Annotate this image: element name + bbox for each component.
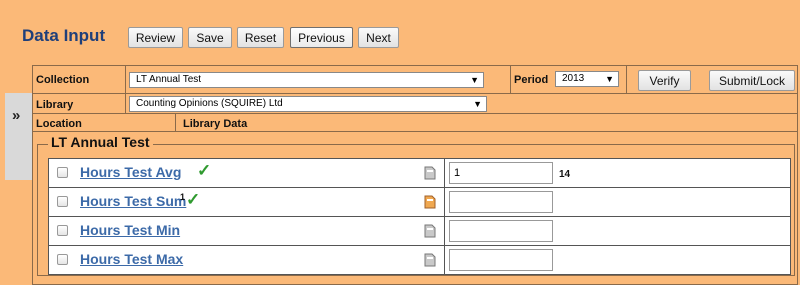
row-checkbox[interactable] — [57, 196, 68, 207]
collection-row: Collection LT Annual Test ▼ Period 2013 … — [33, 66, 797, 94]
library-value: Counting Opinions (SQUIRE) Ltd — [136, 98, 283, 109]
expand-arrows-icon: » — [12, 107, 21, 124]
page-title: Data Input — [22, 26, 106, 45]
reset-button[interactable]: Reset — [237, 27, 284, 48]
row-checkbox[interactable] — [57, 254, 68, 265]
note-icon[interactable] — [424, 224, 436, 238]
table-row: Hours Test Min — [49, 217, 790, 246]
value-input[interactable] — [449, 249, 553, 271]
submit-lock-button[interactable]: Submit/Lock — [709, 70, 795, 91]
footnote-marker: 1 — [180, 192, 186, 202]
verify-button[interactable]: Verify — [638, 70, 691, 91]
save-button[interactable]: Save — [188, 27, 232, 48]
period-value: 2013 — [562, 73, 585, 84]
check-mark-icon: ✓ — [197, 161, 212, 180]
table-row: Hours Test Sum 1 ✓ — [49, 188, 790, 217]
divider — [444, 217, 445, 245]
library-select[interactable]: Counting Opinions (SQUIRE) Ltd ▼ — [129, 96, 487, 112]
dropdown-arrow-icon: ▼ — [470, 75, 479, 85]
divider — [510, 66, 511, 93]
divider — [444, 246, 445, 274]
period-label: Period — [514, 74, 549, 86]
library-label: Library — [36, 99, 74, 111]
library-data-label: Library Data — [183, 118, 248, 130]
review-button[interactable]: Review — [128, 27, 183, 48]
next-button[interactable]: Next — [358, 27, 399, 48]
library-row: Library Counting Opinions (SQUIRE) Ltd ▼ — [33, 94, 797, 114]
check-mark-icon: ✓ — [186, 190, 201, 209]
location-row: Location Library Data — [33, 114, 797, 132]
value-input[interactable] — [449, 191, 553, 213]
divider — [125, 94, 126, 113]
measure-link[interactable]: Hours Test Sum — [80, 193, 186, 209]
table-row: Hours Test Max — [49, 246, 790, 274]
row-checkbox[interactable] — [57, 225, 68, 236]
measure-link[interactable]: Hours Test Max — [80, 251, 183, 267]
collection-select[interactable]: LT Annual Test ▼ — [129, 72, 484, 88]
value-input[interactable] — [449, 220, 553, 242]
dropdown-arrow-icon: ▼ — [473, 99, 482, 109]
divider — [444, 159, 445, 187]
measure-link[interactable]: Hours Test Avg — [80, 164, 181, 180]
row-checkbox[interactable] — [57, 167, 68, 178]
previous-button[interactable]: Previous — [290, 27, 353, 48]
divider — [444, 188, 445, 216]
measure-link[interactable]: Hours Test Min — [80, 222, 180, 238]
collection-label: Collection — [36, 74, 90, 86]
measures-table: Hours Test Avg ✓ 1 14 Hours Test Sum 1 ✓ — [48, 158, 791, 275]
input-panel: Collection LT Annual Test ▼ Period 2013 … — [32, 65, 798, 285]
divider — [175, 114, 176, 131]
section-legend: LT Annual Test — [48, 134, 153, 150]
expand-sidebar-tab[interactable]: » — [5, 93, 33, 180]
dropdown-arrow-icon: ▼ — [605, 74, 614, 84]
note-icon[interactable] — [424, 166, 436, 180]
divider — [626, 66, 627, 93]
prior-value: 14 — [559, 169, 571, 180]
lt-annual-test-section: LT Annual Test Hours Test Avg ✓ 1 14 Hou… — [37, 134, 795, 276]
value-input[interactable]: 1 — [449, 162, 553, 184]
note-icon[interactable] — [424, 195, 436, 209]
table-row: Hours Test Avg ✓ 1 14 — [49, 159, 790, 188]
period-select[interactable]: 2013 ▼ — [555, 71, 619, 87]
note-icon[interactable] — [424, 253, 436, 267]
location-label: Location — [36, 118, 82, 130]
collection-value: LT Annual Test — [136, 74, 202, 85]
divider — [125, 66, 126, 93]
